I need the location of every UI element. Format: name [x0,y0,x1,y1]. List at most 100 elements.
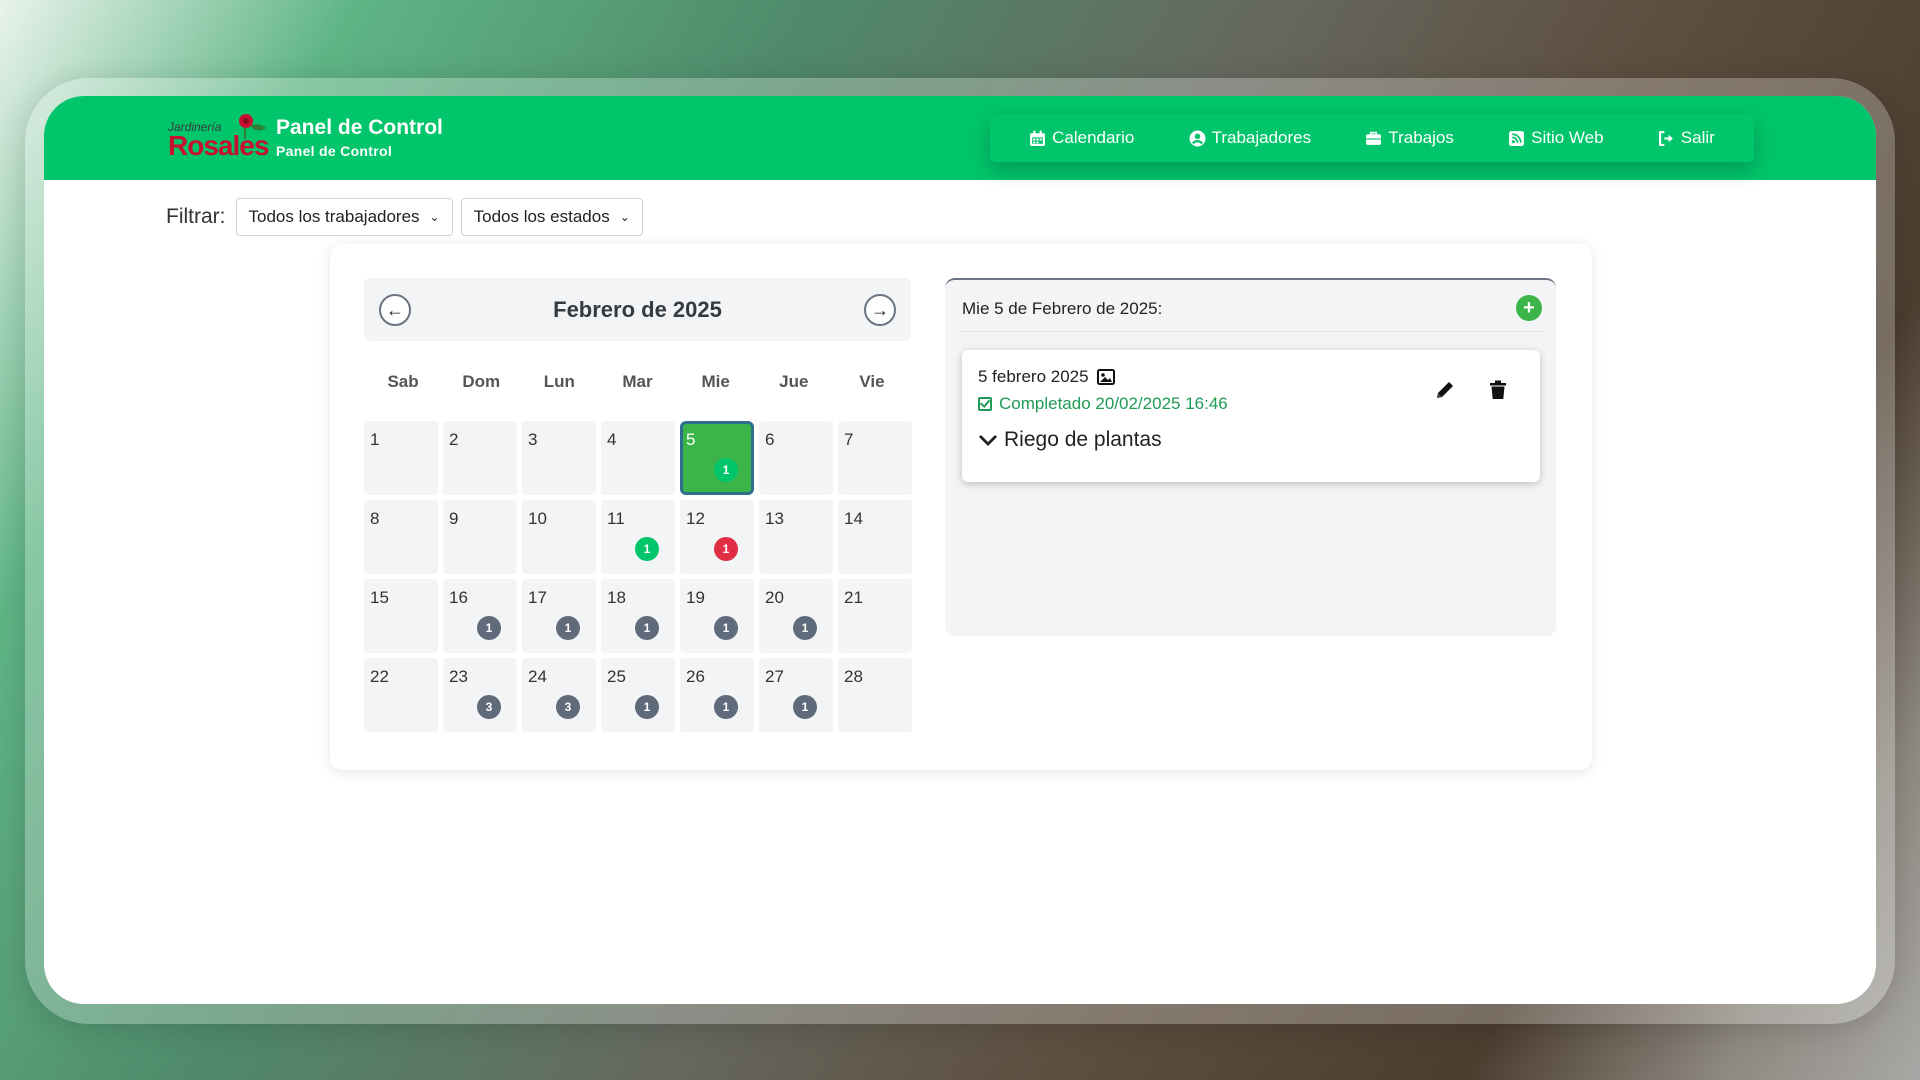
nav-sitio-web-label: Sitio Web [1531,128,1604,147]
calendar-day[interactable]: 8 [364,500,438,574]
day-number: 4 [607,430,617,449]
calendar-day[interactable]: 11 1 [601,500,675,574]
nav-calendario[interactable]: Calendario [1029,128,1134,148]
day-number: 16 [449,588,468,607]
task-count-badge: 1 [714,537,738,561]
day-number: 23 [449,667,468,686]
calendar-grid: 1 2 3 4 5 1 6 7 8 9 10 11 1 12 1 13 14 15 16 1 17 1 18 1 19 1 20 1 2… [364,421,912,732]
calendar-day[interactable]: 14 [838,500,912,574]
day-number: 25 [607,667,626,686]
pencil-icon[interactable] [1433,378,1457,402]
task-status-text: Completado 20/02/2025 16:46 [999,394,1228,413]
day-number: 24 [528,667,547,686]
task-count-badge: 1 [635,537,659,561]
calendar-day[interactable]: 20 1 [759,579,833,653]
day-number: 20 [765,588,784,607]
nav-calendario-label: Calendario [1052,128,1135,147]
calendar-day[interactable]: 3 [522,421,596,495]
weekday-label: Mar [622,372,653,391]
task-count-badge: 1 [714,616,738,640]
calendar-day[interactable]: 6 [759,421,833,495]
calendar-day[interactable]: 24 3 [522,658,596,732]
weekday-label: Sab [387,372,419,391]
plus-icon: + [1523,296,1535,319]
task-count-badge: 1 [793,695,817,719]
calendar-day[interactable]: 19 1 [680,579,754,653]
calendar-day[interactable]: 4 [601,421,675,495]
calendar-day[interactable]: 27 1 [759,658,833,732]
day-number: 28 [844,667,863,686]
calendar-day[interactable]: 15 [364,579,438,653]
divider [962,331,1542,332]
day-number: 13 [765,509,784,528]
image-icon[interactable] [1096,369,1115,385]
calendar-day[interactable]: 12 1 [680,500,754,574]
brand-title: Panel de Control [276,116,443,139]
day-number: 3 [528,430,538,449]
calendar-day[interactable]: 25 1 [601,658,675,732]
weekday-label: Dom [462,372,501,391]
app-window: Jardinería Rosales Panel de Control Pane… [44,96,1876,1004]
day-number: 14 [844,509,863,528]
calendar-day[interactable]: 17 1 [522,579,596,653]
calendar-day[interactable]: 23 3 [443,658,517,732]
day-detail-panel: Mie 5 de Febrero de 2025: + 5 febrero 20… [945,278,1556,636]
day-number: 27 [765,667,784,686]
weekday-label: Jue [779,372,809,391]
task-count-badge: 1 [477,616,501,640]
brand-logo[interactable]: Jardinería Rosales [168,114,269,162]
weekday-label: Mie [701,372,730,391]
workers-select-value: Todos los trabajadores [248,207,420,226]
add-task-button[interactable]: + [1516,295,1542,321]
day-number: 19 [686,588,705,607]
calendar-day[interactable]: 9 [443,500,517,574]
day-number: 15 [370,588,389,607]
workers-select[interactable]: Todos los trabajadores ⌄ [235,198,453,236]
weekday-label: Vie [859,372,885,391]
calendar-day[interactable]: 28 [838,658,912,732]
calendar-day[interactable]: 1 [364,421,438,495]
arrow-right-icon: → [871,299,889,320]
task-toggle[interactable]: Riego de plantas [978,428,1162,452]
calendar-day[interactable]: 16 1 [443,579,517,653]
rss-icon [1509,130,1525,146]
day-number: 6 [765,430,775,449]
calendar-day[interactable]: 7 [838,421,912,495]
weekday-row: Sab Dom Lun Mar Mie Jue Vie [364,372,911,392]
nav-salir-label: Salir [1680,128,1715,147]
detail-title: Mie 5 de Febrero de 2025: [962,299,1163,318]
task-status: Completado 20/02/2025 16:46 [978,394,1228,414]
calendar-day[interactable]: 21 [838,579,912,653]
calendar-day[interactable]: 22 [364,658,438,732]
states-select[interactable]: Todos los estados ⌄ [460,198,643,236]
day-number: 22 [370,667,389,686]
task-count-badge: 1 [714,695,738,719]
task-count-badge: 1 [556,616,580,640]
calendar-day[interactable]: 26 1 [680,658,754,732]
calendar-day[interactable]: 13 [759,500,833,574]
day-number: 10 [528,509,547,528]
day-number: 9 [449,509,459,528]
nav-salir[interactable]: Salir [1658,128,1715,148]
chevron-down-icon [979,435,997,446]
task-count-badge: 3 [477,695,501,719]
calendar-day[interactable]: 2 [443,421,517,495]
trash-icon[interactable] [1486,378,1510,402]
task-count-badge: 1 [635,616,659,640]
nav-trabajadores[interactable]: Trabajadores [1189,128,1311,148]
nav-trabajos-label: Trabajos [1388,128,1454,147]
calendar-day[interactable]: 51 [680,421,754,495]
nav-trabajos[interactable]: Trabajos [1365,128,1454,148]
nav-sitio-web[interactable]: Sitio Web [1508,128,1604,148]
calendar-day[interactable]: 10 [522,500,596,574]
calendar-day[interactable]: 18 1 [601,579,675,653]
calendar-header: ← Febrero de 2025 → [364,278,911,341]
task-count-badge: 3 [556,695,580,719]
calendar-title: Febrero de 2025 [553,297,722,322]
day-number: 26 [686,667,705,686]
day-number: 18 [607,588,626,607]
states-select-value: Todos los estados [473,207,610,226]
weekday-label: Lun [543,372,575,391]
next-month-button[interactable]: → [864,294,896,326]
brand-subtitle: Panel de Control [276,143,393,159]
